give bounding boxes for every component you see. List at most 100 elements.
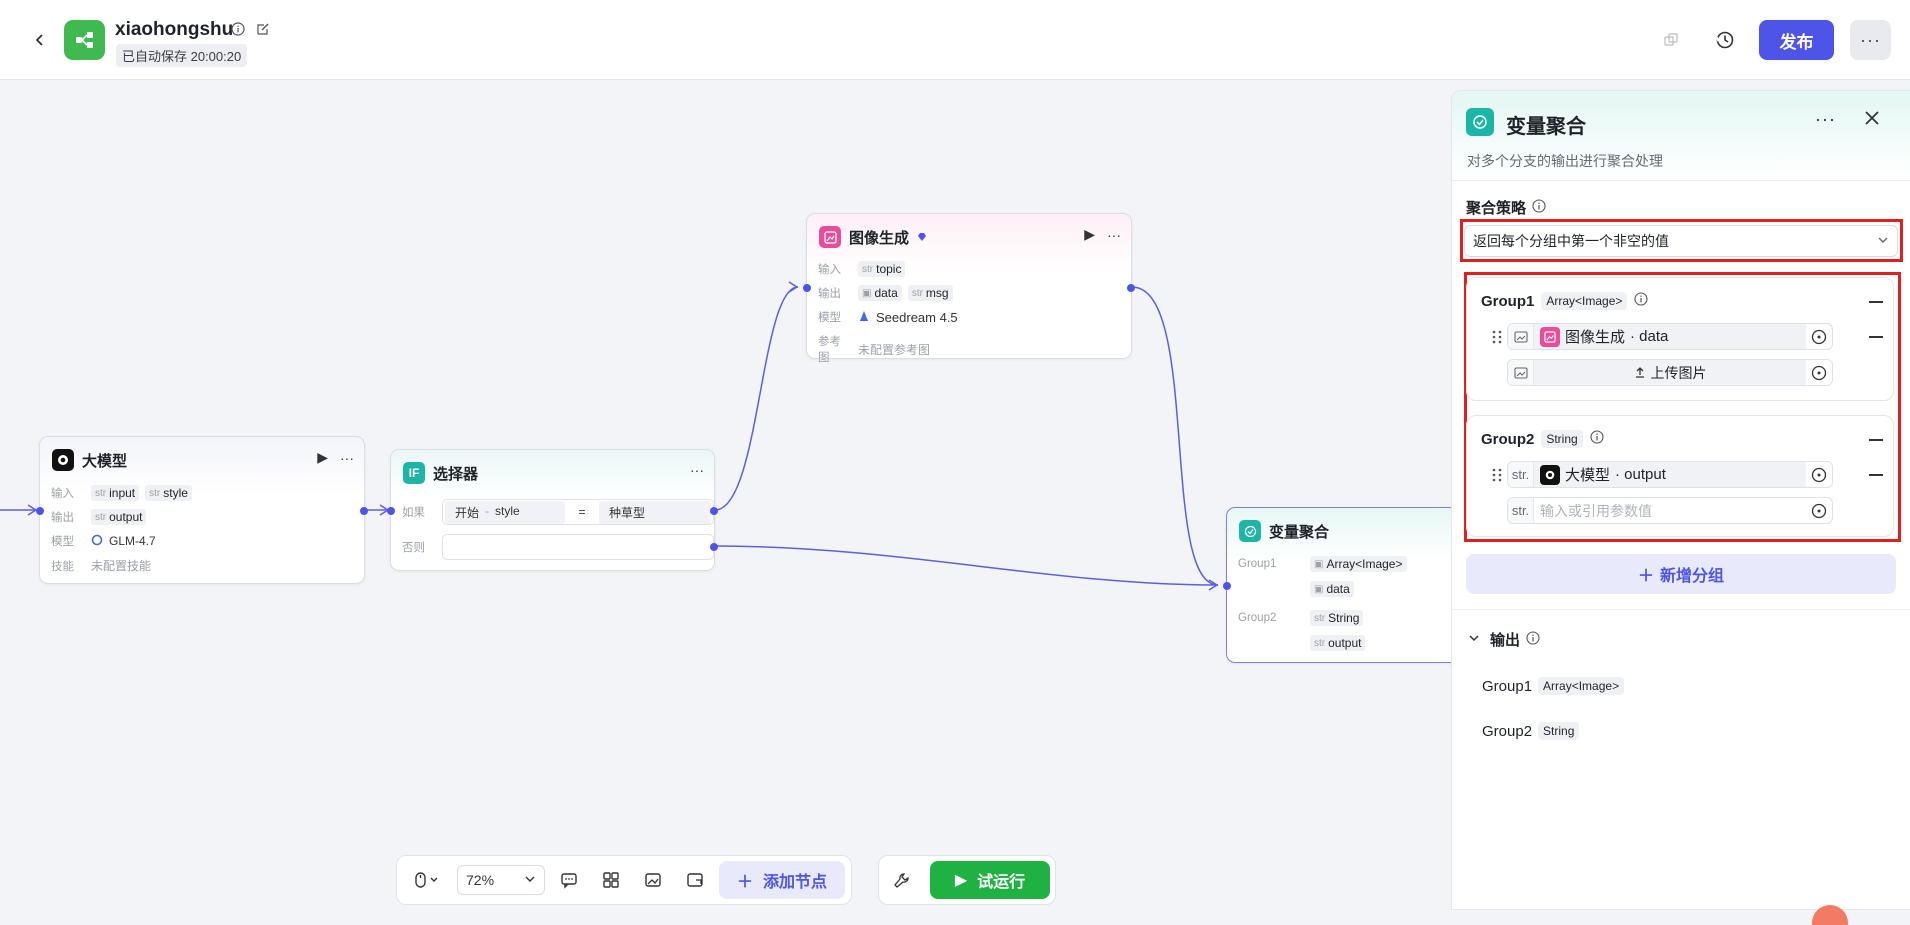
- variable-picker-icon[interactable]: [1806, 467, 1832, 483]
- condition-left[interactable]: 开始 - style: [445, 500, 565, 524]
- row-label: 模型: [51, 536, 74, 548]
- ref-var-name: · data: [1630, 328, 1669, 345]
- plus-icon: ＋: [1637, 568, 1654, 585]
- image-gen-icon: [1540, 326, 1560, 347]
- close-icon[interactable]: [1863, 109, 1881, 130]
- chevron-down-icon: [1468, 631, 1480, 648]
- variable-picker-icon[interactable]: [1806, 503, 1832, 519]
- info-icon[interactable]: [1634, 292, 1648, 310]
- llm-icon: [52, 449, 74, 471]
- llm-icon: [1540, 464, 1560, 485]
- group-name: Group1: [1481, 292, 1535, 310]
- layout-icon[interactable]: [593, 862, 629, 898]
- chevron-down-icon: [1877, 233, 1889, 249]
- output-item: Group1 Array<Image>: [1482, 677, 1625, 695]
- value-input[interactable]: 输入或引用参数值: [1534, 498, 1806, 523]
- model-name: GLM-4.7: [109, 534, 156, 548]
- more-icon[interactable]: ···: [340, 450, 354, 466]
- more-icon[interactable]: ···: [690, 462, 704, 478]
- node-aggregator[interactable]: 变量聚合 Group1 ▣ Array<Image> ▣ data Group2 s…: [1223, 507, 1486, 663]
- panel-title: 变量聚合: [1506, 116, 1586, 138]
- panel-more-icon[interactable]: ···: [1815, 109, 1836, 130]
- remove-variable-button[interactable]: [1869, 336, 1883, 338]
- comment-icon[interactable]: [551, 862, 587, 898]
- add-node-button[interactable]: ＋ 添加节点: [719, 861, 846, 899]
- group-type: String: [1541, 430, 1583, 448]
- add-group-button[interactable]: ＋ 新增分组: [1466, 554, 1896, 594]
- output-section-toggle[interactable]: 输出: [1468, 629, 1540, 650]
- variable-ref-row[interactable]: str. 大模型 · output: [1507, 461, 1833, 488]
- ref-node-name: 大模型: [1565, 467, 1611, 484]
- node-title: 图像生成: [849, 229, 910, 247]
- input-port[interactable]: [1223, 582, 1231, 590]
- seedream-icon: [858, 310, 870, 325]
- variable-picker-icon[interactable]: [1806, 365, 1832, 381]
- type-tag: str String: [1310, 610, 1364, 626]
- node-title: 大模型: [82, 452, 128, 470]
- ref-var-name: · output: [1615, 466, 1666, 483]
- input-tag: str topic: [858, 261, 906, 277]
- input-port[interactable]: [36, 507, 44, 515]
- else-box[interactable]: [442, 534, 714, 560]
- drag-handle-icon[interactable]: [1492, 468, 1502, 482]
- input-tag: str input: [91, 485, 140, 501]
- upload-icon: [1634, 365, 1646, 381]
- info-icon[interactable]: [1532, 198, 1546, 217]
- diamond-icon: [917, 230, 927, 245]
- condition-value[interactable]: 种草型: [599, 500, 711, 524]
- if-output-port[interactable]: [710, 507, 718, 515]
- upload-row[interactable]: 上传图片: [1507, 359, 1833, 386]
- remove-group-button[interactable]: [1869, 301, 1883, 303]
- group-card-1: Group1 Array<Image> 图像生成 · data 上传图片: [1466, 277, 1894, 401]
- test-run-button[interactable]: ▶ 试运行: [930, 861, 1050, 899]
- model-icon: [91, 534, 103, 549]
- divider: [1452, 609, 1910, 610]
- variable-picker-icon[interactable]: [1806, 329, 1832, 345]
- condition-operator[interactable]: =: [571, 505, 593, 519]
- zoom-select[interactable]: 72%: [457, 865, 545, 895]
- node-image-generation[interactable]: 图像生成 ▶ ··· 输入 str topic 输出 ▣ data str msg 模…: [803, 213, 1135, 364]
- chevron-down-icon: [524, 872, 536, 888]
- variable-ref-row[interactable]: 图像生成 · data: [1507, 323, 1833, 350]
- more-icon[interactable]: ···: [1107, 227, 1121, 243]
- minimap-icon[interactable]: [677, 862, 713, 898]
- drag-handle-icon[interactable]: [1492, 330, 1502, 344]
- node-selector[interactable]: IF 选择器 ··· 如果 开始 - style = 种草型 否则: [387, 449, 718, 571]
- remove-group-button[interactable]: [1869, 439, 1883, 441]
- input-port[interactable]: [803, 284, 811, 292]
- row-label: Group1: [1238, 558, 1277, 570]
- ref-value: 未配置参考图: [858, 342, 931, 357]
- else-output-port[interactable]: [710, 543, 718, 551]
- value-input-row[interactable]: str. 输入或引用参数值: [1507, 497, 1833, 524]
- skill-value: 未配置技能: [91, 559, 152, 573]
- node-llm[interactable]: 大模型 ▶ ··· 输入 str input str style 输出 str out…: [36, 436, 368, 584]
- panel-description: 对多个分支的输出进行聚合处理: [1467, 153, 1663, 169]
- input-port[interactable]: [387, 507, 395, 515]
- info-icon[interactable]: [1590, 430, 1604, 448]
- upload-label[interactable]: 上传图片: [1651, 363, 1707, 383]
- ref-node-name: 图像生成: [1565, 329, 1626, 346]
- string-type-prefix: str.: [1508, 462, 1534, 487]
- play-icon[interactable]: ▶: [317, 449, 328, 466]
- node-title: 选择器: [433, 465, 479, 483]
- output-port[interactable]: [360, 507, 368, 515]
- model-name: Seedream 4.5: [876, 309, 958, 325]
- play-icon[interactable]: ▶: [1084, 226, 1095, 243]
- output-port[interactable]: [1127, 284, 1135, 292]
- group-type: Array<Image>: [1541, 292, 1628, 310]
- image-type-icon: [1508, 360, 1534, 385]
- row-label: 输出: [818, 288, 841, 300]
- row-label: 输入: [818, 264, 841, 276]
- strategy-label: 聚合策略: [1466, 197, 1546, 218]
- strategy-select[interactable]: 返回每个分组中第一个非空的值: [1464, 225, 1898, 257]
- image-icon[interactable]: [635, 862, 671, 898]
- pointer-mode-icon[interactable]: [403, 862, 451, 898]
- aggregate-icon: [1239, 520, 1261, 542]
- remove-variable-button[interactable]: [1869, 474, 1883, 476]
- input-tag: str style: [145, 485, 192, 501]
- var-tag: ▣ data: [1310, 581, 1354, 597]
- wrench-icon[interactable]: [884, 862, 920, 898]
- info-icon[interactable]: [1526, 630, 1540, 649]
- output-tag: ▣ data: [858, 285, 902, 301]
- plus-icon: ＋: [737, 874, 754, 891]
